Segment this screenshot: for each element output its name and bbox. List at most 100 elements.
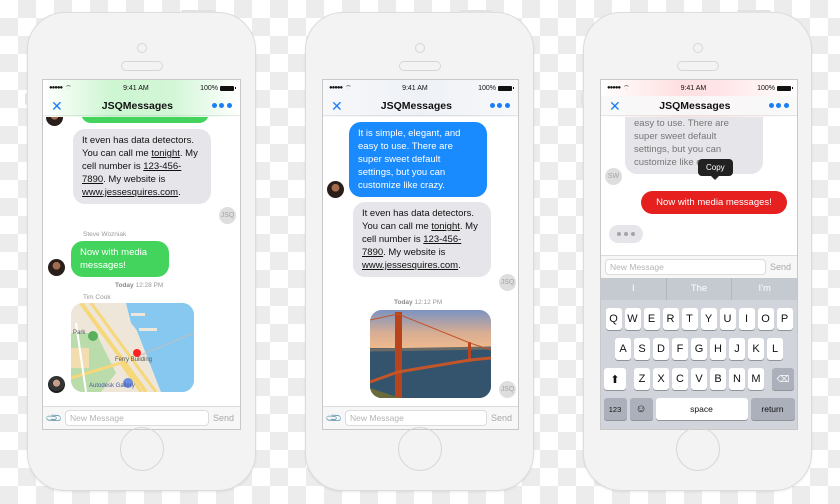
mute-switch bbox=[25, 93, 28, 105]
key[interactable]: I bbox=[738, 308, 755, 330]
space-key[interactable]: space bbox=[655, 398, 748, 420]
key[interactable]: N bbox=[729, 368, 745, 390]
key[interactable]: M bbox=[748, 368, 764, 390]
key[interactable]: V bbox=[691, 368, 707, 390]
message-bubble-green[interactable]: Now with media messages! bbox=[71, 241, 169, 277]
home-button[interactable] bbox=[119, 427, 164, 471]
message-input[interactable] bbox=[605, 259, 766, 275]
map-media-message[interactable]: Park Ferry Building Autodesk Gallery bbox=[71, 303, 194, 392]
shift-key[interactable]: ⬆ bbox=[604, 368, 626, 390]
message-input[interactable] bbox=[65, 410, 209, 426]
more-icon[interactable] bbox=[211, 103, 232, 108]
key[interactable]: Q bbox=[605, 308, 622, 330]
battery-percent: 100% bbox=[478, 84, 496, 92]
key[interactable]: E bbox=[643, 308, 660, 330]
backspace-key[interactable]: ⌫ bbox=[772, 368, 794, 390]
key[interactable]: X bbox=[653, 368, 669, 390]
key[interactable]: Y bbox=[700, 308, 717, 330]
message-bubble-blue[interactable]: It is simple, elegant, and easy to use. … bbox=[349, 122, 487, 197]
key[interactable]: B bbox=[710, 368, 726, 390]
message-bubble-incoming[interactable]: It even has data detectors. You can call… bbox=[73, 129, 211, 204]
key[interactable]: H bbox=[710, 338, 726, 360]
attachment-icon[interactable]: 📎 bbox=[324, 408, 343, 427]
message-bubble-incoming[interactable]: It even has data detectors. You can call… bbox=[353, 202, 491, 277]
home-button[interactable] bbox=[397, 427, 442, 471]
close-icon[interactable]: ✕ bbox=[51, 99, 63, 113]
earpiece-speaker bbox=[398, 61, 441, 71]
message-bubble-partial[interactable] bbox=[81, 117, 209, 123]
phone-screen-1: ●●●●● ⌔ 9:41 AM 100% ✕ JSQMessages It eve… bbox=[42, 79, 241, 430]
timestamp: Today 12:12 PM bbox=[394, 299, 443, 306]
earpiece-speaker bbox=[120, 61, 163, 71]
return-key[interactable]: return bbox=[750, 398, 795, 420]
key[interactable]: K bbox=[748, 338, 764, 360]
phone-screen-2: ●●●●● ⌔ 9:41 AM 100% ✕ JSQMessages It is … bbox=[322, 79, 519, 430]
photo-media-message[interactable] bbox=[370, 310, 491, 398]
battery-percent: 100% bbox=[200, 84, 218, 92]
key[interactable]: A bbox=[615, 338, 631, 360]
attachment-icon[interactable]: 📎 bbox=[44, 408, 63, 427]
key[interactable]: L bbox=[767, 338, 783, 360]
key-row-1: Q W E R T Y U I O P bbox=[601, 308, 797, 330]
message-input[interactable] bbox=[345, 410, 487, 426]
input-toolbar: 📎 Send bbox=[323, 406, 518, 429]
typing-indicator bbox=[609, 225, 643, 243]
message-bubble-incoming-selected[interactable]: It is simple, elegant, and easy to use. … bbox=[625, 117, 763, 174]
map-label-autodesk-gallery: Autodesk Gallery bbox=[89, 383, 135, 389]
key[interactable]: R bbox=[662, 308, 679, 330]
link-website[interactable]: www.jessesquires.com bbox=[362, 260, 458, 271]
more-icon[interactable] bbox=[489, 103, 510, 108]
key[interactable]: J bbox=[729, 338, 745, 360]
avatar-jsq: JSQ bbox=[499, 381, 516, 398]
status-bar: ●●●●● ⌔ 9:41 AM 100% bbox=[323, 80, 518, 96]
key-row-4: 123 ☺ space return bbox=[601, 398, 797, 420]
key[interactable]: U bbox=[719, 308, 736, 330]
key[interactable]: C bbox=[672, 368, 688, 390]
more-icon[interactable] bbox=[768, 103, 789, 108]
key[interactable]: D bbox=[653, 338, 669, 360]
status-time: 9:41 AM bbox=[402, 84, 428, 92]
home-button[interactable] bbox=[675, 427, 720, 471]
link-date[interactable]: tonight bbox=[151, 148, 180, 159]
link-website[interactable]: www.jessesquires.com bbox=[82, 187, 178, 198]
phone-frame-3: ●●●●●⌔ 9:41 AM 100% ✕ JSQMessages It is … bbox=[581, 10, 812, 491]
key[interactable]: W bbox=[624, 308, 641, 330]
signal-icon: ●●●●● bbox=[329, 85, 343, 91]
golden-gate-bridge-photo bbox=[370, 310, 491, 398]
keyboard: I The I'm Q W E R T Y U I O P A S D F G … bbox=[601, 278, 797, 429]
suggestion[interactable]: The bbox=[667, 278, 733, 300]
key[interactable]: S bbox=[634, 338, 650, 360]
key[interactable]: O bbox=[757, 308, 774, 330]
message-list[interactable]: It is simple, elegant, and easy to use. … bbox=[323, 117, 518, 406]
front-camera bbox=[136, 43, 147, 53]
front-camera bbox=[414, 43, 425, 53]
copy-menu-item[interactable]: Copy bbox=[698, 159, 733, 180]
key-row-2: A S D F G H J K L bbox=[601, 338, 797, 360]
status-time: 9:41 AM bbox=[123, 84, 149, 92]
suggestion[interactable]: I bbox=[601, 278, 667, 300]
key[interactable]: P bbox=[776, 308, 793, 330]
send-button[interactable]: Send bbox=[491, 413, 514, 423]
message-list[interactable]: It is simple, elegant, and easy to use. … bbox=[601, 117, 797, 278]
wifi-icon: ⌔ bbox=[345, 84, 352, 92]
avatar bbox=[327, 181, 344, 198]
close-icon[interactable]: ✕ bbox=[331, 99, 343, 113]
key[interactable]: T bbox=[681, 308, 698, 330]
message-bubble-red[interactable]: Now with media messages! bbox=[641, 191, 787, 214]
power-button bbox=[181, 10, 215, 13]
sender-name: Tim Cook bbox=[83, 294, 111, 301]
numbers-key[interactable]: 123 bbox=[603, 398, 627, 420]
input-toolbar: Send bbox=[601, 255, 797, 278]
key[interactable]: F bbox=[672, 338, 688, 360]
close-icon[interactable]: ✕ bbox=[609, 99, 621, 113]
timestamp: Today 12:28 PM bbox=[115, 282, 164, 289]
suggestion[interactable]: I'm bbox=[732, 278, 797, 300]
send-button[interactable]: Send bbox=[213, 413, 236, 423]
send-button[interactable]: Send bbox=[770, 262, 793, 272]
emoji-key[interactable]: ☺ bbox=[629, 398, 653, 420]
key[interactable]: Z bbox=[634, 368, 650, 390]
link-date[interactable]: tonight bbox=[431, 221, 460, 232]
message-list[interactable]: It even has data detectors. You can call… bbox=[43, 117, 240, 406]
key[interactable]: G bbox=[691, 338, 707, 360]
nav-bar: ✕ JSQMessages bbox=[601, 96, 797, 116]
